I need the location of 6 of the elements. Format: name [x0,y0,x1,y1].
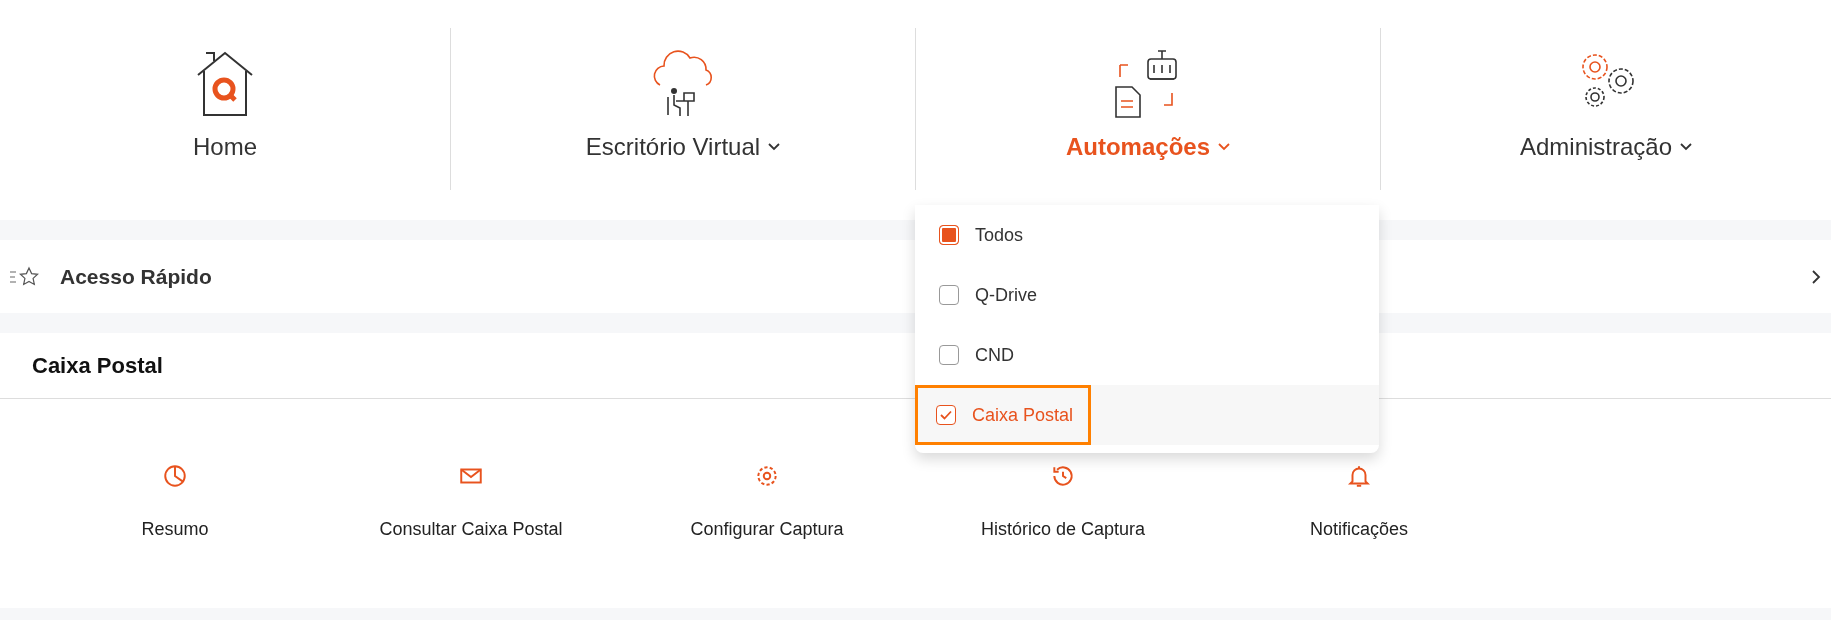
nav-label: Automações [1065,133,1210,161]
nav-label: Escritório Virtual [585,133,761,161]
section-title: Caixa Postal [32,352,163,379]
nav-label: Home [193,133,257,161]
quick-access-label: Acesso Rápido [60,264,213,289]
nav-label: Administração [1519,133,1673,161]
